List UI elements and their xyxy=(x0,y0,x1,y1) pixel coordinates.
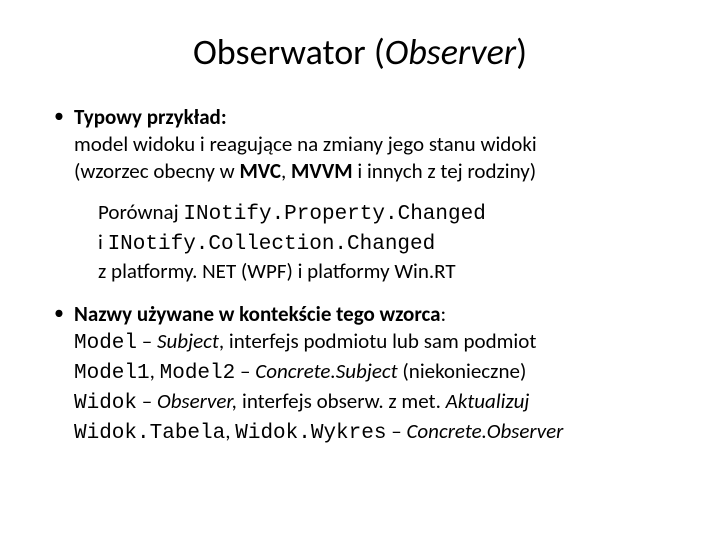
b1-sub: Porównaj INotify.Property.Changed i INot… xyxy=(74,199,670,286)
b1-head: Typowy przykład: xyxy=(74,104,227,130)
b2-l3a: Widok xyxy=(74,392,137,415)
b2-l2b: , xyxy=(150,358,160,384)
b1-sub-l1a: Porównaj xyxy=(98,199,183,225)
bullet-list: Typowy przykład: model widoku i reagując… xyxy=(50,104,670,448)
b2-l2d: – xyxy=(235,358,255,384)
b2-l3e: Aktualizuj xyxy=(446,388,530,414)
b1-sub-l1b: INotify.Property.Changed xyxy=(183,203,485,226)
b1-sub-l2a: i xyxy=(98,229,108,255)
b2-l1a: Model xyxy=(74,332,137,355)
b2-l2c: Model2 xyxy=(160,362,236,385)
b2-l3b: – xyxy=(137,388,157,414)
b2-l1c: Subject xyxy=(157,328,219,354)
b2-l2f: (niekonieczne) xyxy=(398,358,527,384)
bullet-2: Nazwy używane w kontekście tego wzorca: … xyxy=(50,301,670,447)
b2-colon: : xyxy=(441,301,447,327)
slide: Obserwator (Observer) Typowy przykład: m… xyxy=(0,0,720,484)
b2-l1b: – xyxy=(137,328,157,354)
b1-line2d: MVVM xyxy=(291,158,353,184)
title-close: ) xyxy=(516,30,527,74)
b1-line2c: , xyxy=(281,158,291,184)
b1-line2b: MVC xyxy=(239,158,281,184)
b2-l3c: Observer, xyxy=(157,388,237,414)
b2-l1d: , interfejs podmiotu lub sam podmiot xyxy=(219,328,536,354)
b1-line2e: i innych z tej rodziny) xyxy=(353,158,537,184)
b2-l4d: – xyxy=(386,418,406,444)
b2-l4b: , xyxy=(225,418,235,444)
b1-line1: model widoku i reagujące na zmiany jego … xyxy=(74,131,537,157)
b2-l2a: Model1 xyxy=(74,362,150,385)
bullet-1: Typowy przykład: model widoku i reagując… xyxy=(50,104,670,285)
title-text: Obserwator ( xyxy=(193,30,385,74)
b1-sub-l2b: INotify.Collection.Changed xyxy=(108,233,436,256)
slide-title: Obserwator (Observer) xyxy=(50,30,670,74)
title-italic: Observer xyxy=(385,30,516,74)
b2-l4a: Widok.Tabela xyxy=(74,422,225,445)
b2-l4e: Concrete.Observer xyxy=(406,418,563,444)
b2-head: Nazwy używane w kontekście tego wzorca xyxy=(74,301,441,327)
b2-l4c: Widok.Wykres xyxy=(235,422,386,445)
b2-l3d: interfejs obserw. z met. xyxy=(237,388,445,414)
b2-l2e: Concrete.Subject xyxy=(255,358,397,384)
b1-line2a: (wzorzec obecny w xyxy=(74,158,239,184)
b1-sub-l3: z platformy. NET (WPF) i platformy Win.R… xyxy=(98,258,456,284)
